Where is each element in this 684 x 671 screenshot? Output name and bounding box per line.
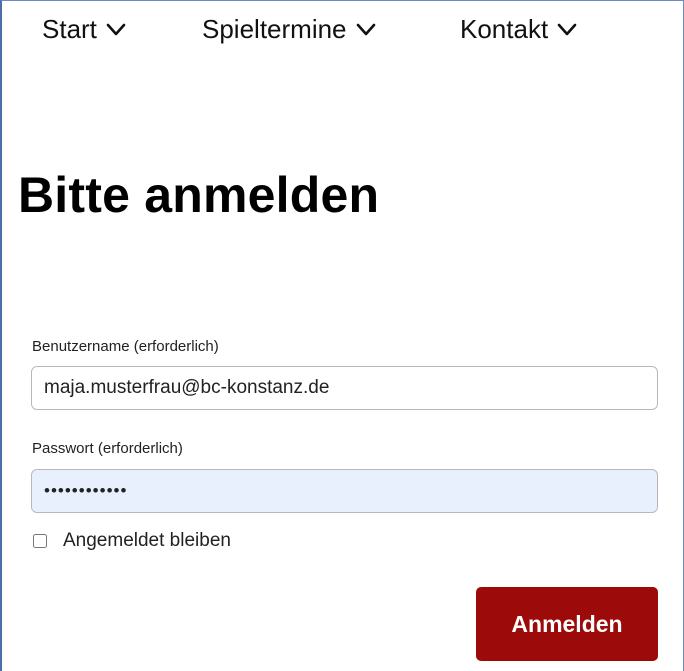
remember-me-checkbox[interactable] bbox=[33, 534, 47, 548]
nav-item-label: Spieltermine bbox=[202, 14, 347, 44]
username-label: Benutzername (erforderlich) bbox=[32, 338, 219, 355]
window-frame bbox=[0, 0, 684, 671]
nav-item-start[interactable]: Start bbox=[42, 14, 202, 45]
chevron-down-icon bbox=[557, 23, 577, 35]
username-input[interactable] bbox=[31, 366, 658, 410]
password-input[interactable] bbox=[31, 469, 658, 513]
nav-item-label: Kontakt bbox=[460, 14, 549, 44]
nav-item-kontakt[interactable]: Kontakt bbox=[460, 14, 577, 45]
nav-item-spieltermine[interactable]: Spieltermine bbox=[202, 14, 460, 45]
remember-me-label[interactable]: Angemeldet bleiben bbox=[63, 530, 231, 552]
main-navigation: Start Spieltermine Kontakt bbox=[42, 14, 577, 45]
password-label: Passwort (erforderlich) bbox=[32, 440, 183, 457]
chevron-down-icon bbox=[356, 23, 375, 35]
login-button[interactable]: Anmelden bbox=[476, 587, 658, 661]
page-title: Bitte anmelden bbox=[18, 167, 380, 223]
remember-me-row: Angemeldet bleiben bbox=[33, 530, 231, 552]
nav-item-label: Start bbox=[42, 14, 97, 44]
chevron-down-icon bbox=[106, 23, 126, 35]
